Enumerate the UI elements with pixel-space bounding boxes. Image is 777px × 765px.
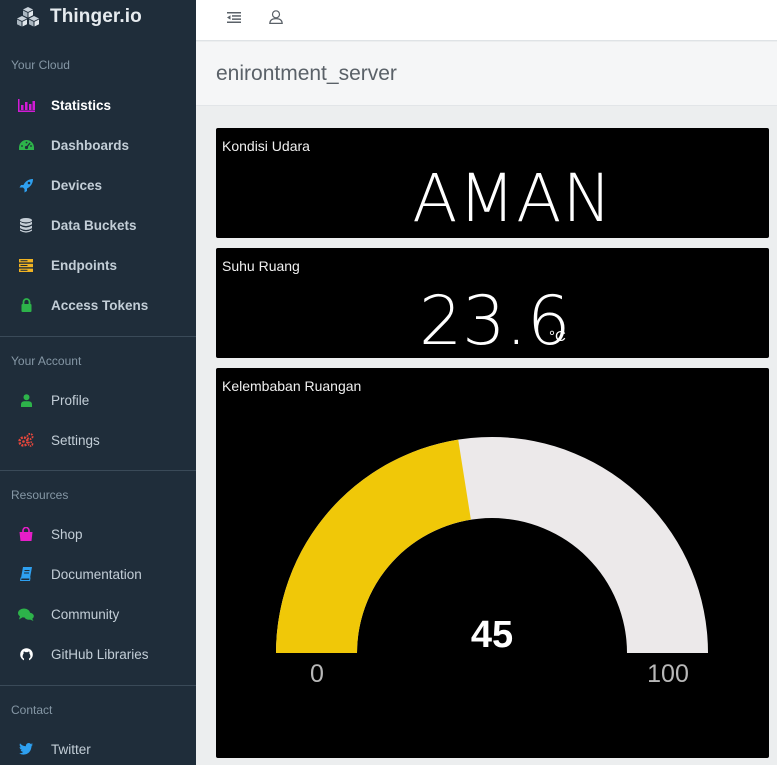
sidebar-item-label: Endpoints — [51, 257, 117, 273]
menu-collapse-button[interactable] — [221, 6, 247, 28]
brand-name: Thinger.io — [50, 6, 142, 27]
sidebar-item-label: Community — [51, 606, 120, 622]
sidebar-item-label: Access Tokens — [51, 297, 149, 313]
sidebar-item-settings[interactable]: Settings — [0, 420, 196, 460]
book-icon — [17, 566, 35, 582]
twitter-icon — [17, 741, 35, 757]
sidebar-item-label: GitHub Libraries — [51, 646, 149, 662]
top-navbar — [196, 0, 777, 41]
dashboard-gauge-icon — [17, 137, 35, 153]
server-icon — [17, 257, 35, 273]
temperature-value: 23.6 — [419, 282, 571, 361]
widget-title: Suhu Ruang — [222, 258, 300, 274]
shopping-bag-icon — [17, 526, 35, 542]
gauge-fill — [276, 439, 471, 653]
gauge-value-label: 45 — [471, 614, 513, 656]
user-icon — [17, 392, 35, 408]
sidebar-item-label: Data Buckets — [51, 217, 137, 233]
sidebar-item-documentation[interactable]: Documentation — [0, 554, 196, 594]
sidebar-item-access-tokens[interactable]: Access Tokens — [0, 285, 196, 325]
widget-kelembaban-ruangan[interactable]: Kelembaban Ruangan 45 0 100 — [216, 368, 769, 758]
section-title-your-cloud: Your Cloud — [11, 58, 70, 72]
page-header: enirontment_server — [196, 42, 777, 106]
bar-chart-icon — [17, 97, 35, 113]
lock-icon — [17, 297, 35, 313]
widget-kondisi-udara[interactable]: Kondisi Udara AMAN — [216, 128, 769, 238]
text-value-display: AMAN — [412, 160, 613, 237]
sidebar-item-label: Documentation — [51, 566, 142, 582]
user-menu-button[interactable] — [263, 6, 289, 28]
thinger-logo-icon — [17, 7, 39, 27]
sidebar-item-label: Settings — [51, 432, 100, 448]
sidebar-item-shop[interactable]: Shop — [0, 514, 196, 554]
sidebar-item-community[interactable]: Community — [0, 594, 196, 634]
database-icon — [17, 217, 35, 233]
rocket-icon — [17, 177, 35, 193]
sidebar-item-devices[interactable]: Devices — [0, 165, 196, 205]
sidebar-item-label: Twitter — [51, 741, 91, 757]
sidebar-item-twitter[interactable]: Twitter — [0, 729, 196, 765]
sidebar-item-label: Devices — [51, 177, 103, 193]
temperature-unit: °C — [549, 328, 566, 345]
cogs-icon — [17, 432, 35, 448]
comments-icon — [17, 606, 35, 622]
sidebar-item-endpoints[interactable]: Endpoints — [0, 245, 196, 285]
sidebar-item-label: Shop — [51, 526, 83, 542]
gauge-min-label: 0 — [310, 660, 324, 688]
sidebar-item-profile[interactable]: Profile — [0, 380, 196, 420]
sidebar-item-github-libraries[interactable]: GitHub Libraries — [0, 634, 196, 674]
widget-title: Kondisi Udara — [222, 138, 310, 154]
sidebar-item-label: Statistics — [51, 97, 112, 113]
brand[interactable]: Thinger.io — [0, 0, 196, 34]
section-title-your-account: Your Account — [11, 354, 82, 368]
section-title-contact: Contact — [11, 703, 53, 717]
humidity-gauge: 45 0 100 — [276, 437, 708, 688]
widget-suhu-ruang[interactable]: Suhu Ruang 23.6 °C — [216, 248, 769, 361]
sidebar-item-label: Dashboards — [51, 137, 130, 153]
sidebar-item-dashboards[interactable]: Dashboards — [0, 125, 196, 165]
user-outline-icon — [269, 10, 283, 24]
gauge-max-label: 100 — [647, 660, 689, 688]
menu-collapse-icon — [227, 11, 241, 23]
sidebar-item-label: Profile — [51, 392, 90, 408]
page-title: enirontment_server — [216, 62, 397, 85]
sidebar-item-statistics[interactable]: Statistics — [0, 85, 196, 125]
section-title-resources: Resources — [11, 488, 69, 502]
sidebar-item-data-buckets[interactable]: Data Buckets — [0, 205, 196, 245]
github-icon — [17, 646, 35, 662]
sidebar: Thinger.io Your Cloud Statistics Dashboa… — [0, 0, 196, 765]
